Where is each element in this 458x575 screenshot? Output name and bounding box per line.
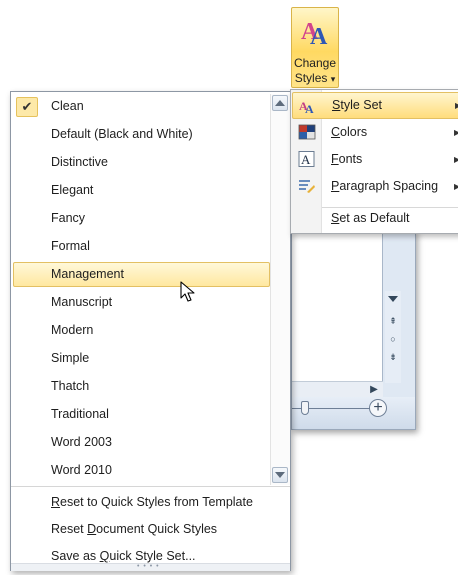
zoom-in-icon[interactable]: + [369,399,387,417]
document-window: ⇞ ○ ⇟ ▶ + [291,230,416,430]
change-styles-label-line2: Styles [294,71,328,85]
menu-item-colors[interactable]: Colors ▶ [292,119,458,146]
gallery-divider [11,486,290,487]
resize-grip[interactable]: • • • • [11,563,290,571]
horizontal-scrollbar[interactable]: ▶ [292,381,383,398]
gallery-item-modern[interactable]: Modern [13,318,270,343]
reset-document-styles-item[interactable]: Reset Document Quick Styles [51,516,217,543]
reset-to-template-styles-item[interactable]: Reset to Quick Styles from Template [51,489,253,516]
svg-text:A: A [305,102,314,114]
change-styles-label-line1: Change [293,56,337,70]
menu-item-label: Save as [51,549,100,563]
gallery-item-label: Traditional [51,407,109,421]
menu-item-style-set[interactable]: A A Style Set ▶ [292,92,458,119]
menu-item-fonts[interactable]: A Fonts ▶ [292,146,458,173]
gallery-item-label: Simple [51,351,90,365]
menu-item-label: Reset [51,522,88,536]
gallery-item-label: Manuscript [51,295,113,309]
submenu-arrow-icon: ▶ [454,182,458,191]
submenu-arrow-icon: ▶ [454,155,458,164]
gallery-item-traditional[interactable]: Traditional [13,402,270,427]
paragraph-spacing-icon [299,180,315,193]
colors-icon [298,124,316,140]
gallery-item-label: Management [51,267,124,281]
style-set-icon: A A [299,99,314,114]
menu-item-label: eset to Quick Styles from Template [60,495,253,509]
submenu-arrow-icon: ▶ [454,128,458,137]
chevron-down-icon: ▾ [330,74,336,84]
gallery-item-label: Default (Black and White) [51,127,193,141]
scroll-right-icon[interactable]: ▶ [365,382,383,397]
menu-item-label: Fonts [331,152,363,166]
gallery-item-default[interactable]: Default (Black and White) [13,122,270,147]
previous-page-icon[interactable]: ⇞ [385,313,401,329]
checkmark-icon: ✔ [16,97,38,117]
change-styles-menu: A A Style Set ▶ Colors ▶ A Fonts ▶ [290,89,458,234]
gallery-item-management[interactable]: Management [13,262,270,287]
gallery-item-fancy[interactable]: Fancy [13,206,270,231]
vertical-scrollbar[interactable]: ⇞ ○ ⇟ [385,291,401,383]
change-styles-button[interactable]: A A Change Styles ▾ [291,7,339,88]
gallery-item-manuscript[interactable]: Manuscript [13,290,270,315]
menu-item-label: Set as Default [331,211,410,225]
gallery-item-label: Elegant [51,183,94,197]
scroll-down-button[interactable] [272,467,288,483]
gallery-item-thatch[interactable]: Thatch [13,374,270,399]
gallery-item-label: Fancy [51,211,86,225]
menu-item-label: Paragraph Spacing [331,179,439,193]
gallery-item-label: Word 2010 [51,463,112,477]
mouse-cursor-icon [180,281,195,302]
gallery-item-word-2010[interactable]: Word 2010 [13,458,270,483]
svg-text:A: A [310,24,328,48]
gallery-item-label: Formal [51,239,90,253]
fonts-icon: A [298,151,315,167]
chevron-down-icon [275,472,285,478]
gallery-item-label: Distinctive [51,155,108,169]
grip-dots-icon: • • • • [137,563,160,570]
gallery-item-label: Clean [51,99,84,113]
menu-item-label: Style Set [332,98,383,112]
gallery-scrollbar[interactable] [270,94,290,485]
style-set-gallery: ✔ Clean Default (Black and White) Distin… [10,91,291,571]
menu-item-paragraph-spacing[interactable]: Paragraph Spacing ▶ [292,173,458,200]
gallery-item-label: Word 2003 [51,435,112,449]
gallery-item-word-2003[interactable]: Word 2003 [13,430,270,455]
gallery-item-formal[interactable]: Formal [13,234,270,259]
menu-item-label: Colors [331,125,368,139]
menu-item-label: ocument Quick Styles [96,522,218,536]
menu-item-label: uick Style Set... [109,549,196,563]
gallery-item-label: Modern [51,323,94,337]
gallery-item-distinctive[interactable]: Distinctive [13,150,270,175]
browse-object-icon[interactable]: ○ [385,331,401,347]
gallery-item-simple[interactable]: Simple [13,346,270,371]
chevron-up-icon [275,100,285,106]
gallery-item-clean[interactable]: ✔ Clean [13,94,270,119]
accelerator-key: D [87,522,97,536]
change-styles-icon: A A [301,19,328,48]
svg-text:A: A [301,152,311,167]
gallery-item-label: Thatch [51,379,90,393]
accelerator-key: Q [99,549,110,563]
menu-item-set-as-default[interactable]: Set as Default [292,205,458,232]
scroll-up-button[interactable] [272,95,288,111]
document-page[interactable] [292,231,383,381]
next-page-icon[interactable]: ⇟ [385,349,401,365]
gallery-item-elegant[interactable]: Elegant [13,178,270,203]
accelerator-key: R [51,495,61,509]
zoom-slider-thumb[interactable] [301,401,309,415]
status-bar: + [292,397,415,429]
scroll-down-icon[interactable] [385,291,401,307]
